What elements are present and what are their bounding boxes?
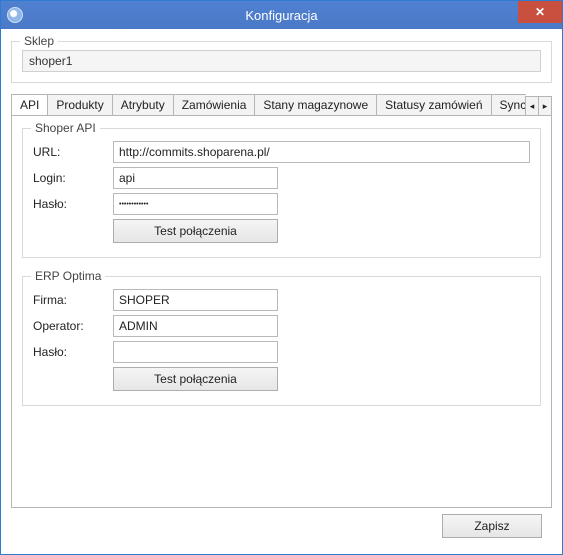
window-title: Konfiguracja [1, 8, 562, 23]
tab-statusy[interactable]: Statusy zamówień [376, 94, 491, 116]
footer: Zapisz [11, 508, 552, 546]
spacer [22, 416, 541, 497]
login-row: Login: [33, 167, 530, 189]
login-input[interactable] [113, 167, 278, 189]
tab-produkty[interactable]: Produkty [47, 94, 112, 116]
shoper-test-row: Test połączenia [33, 219, 530, 243]
url-row: URL: [33, 141, 530, 163]
config-window: Konfiguracja ✕ Sklep API Produkty Atrybu… [0, 0, 563, 555]
tab-scroll-left[interactable]: ◂ [525, 96, 539, 116]
app-icon [7, 7, 23, 23]
operator-row: Operator: [33, 315, 530, 337]
shoper-api-legend: Shoper API [31, 121, 100, 135]
erp-group: ERP Optima Firma: Operator: Hasło: Test … [22, 276, 541, 406]
url-input[interactable] [113, 141, 530, 163]
erp-test-button[interactable]: Test połączenia [113, 367, 278, 391]
tab-scrollers: ◂ ▸ [526, 95, 552, 116]
erp-haslo-input[interactable] [113, 341, 278, 363]
tab-api[interactable]: API [11, 94, 48, 116]
erp-haslo-row: Hasło: [33, 341, 530, 363]
tabs-row: API Produkty Atrybuty Zamówienia Stany m… [11, 93, 552, 116]
titlebar: Konfiguracja ✕ [1, 1, 562, 29]
client-area: Sklep API Produkty Atrybuty Zamówienia S… [1, 29, 562, 554]
tab-stany[interactable]: Stany magazynowe [254, 94, 377, 116]
shoper-haslo-input[interactable] [113, 193, 278, 215]
firma-label: Firma: [33, 293, 113, 307]
operator-input[interactable] [113, 315, 278, 337]
tab-scroll-right[interactable]: ▸ [538, 96, 552, 116]
firma-input[interactable] [113, 289, 278, 311]
login-label: Login: [33, 171, 113, 185]
sklep-legend: Sklep [20, 34, 58, 48]
shoper-haslo-label: Hasło: [33, 197, 113, 211]
sklep-group: Sklep [11, 41, 552, 83]
tabs: API Produkty Atrybuty Zamówienia Stany m… [11, 93, 526, 116]
tab-zamowienia[interactable]: Zamówienia [173, 94, 256, 116]
shoper-api-group: Shoper API URL: Login: Hasło: Test połąc… [22, 128, 541, 258]
erp-legend: ERP Optima [31, 269, 105, 283]
shoper-haslo-row: Hasło: [33, 193, 530, 215]
tab-synchronizacja[interactable]: Synchronizacja a [491, 94, 526, 116]
url-label: URL: [33, 145, 113, 159]
save-button[interactable]: Zapisz [442, 514, 542, 538]
tab-body-api: Shoper API URL: Login: Hasło: Test połąc… [11, 116, 552, 508]
erp-test-row: Test połączenia [33, 367, 530, 391]
close-button[interactable]: ✕ [518, 1, 562, 23]
shoper-test-button[interactable]: Test połączenia [113, 219, 278, 243]
operator-label: Operator: [33, 319, 113, 333]
tab-atrybuty[interactable]: Atrybuty [112, 94, 174, 116]
erp-haslo-label: Hasło: [33, 345, 113, 359]
sklep-input[interactable] [22, 50, 541, 72]
firma-row: Firma: [33, 289, 530, 311]
